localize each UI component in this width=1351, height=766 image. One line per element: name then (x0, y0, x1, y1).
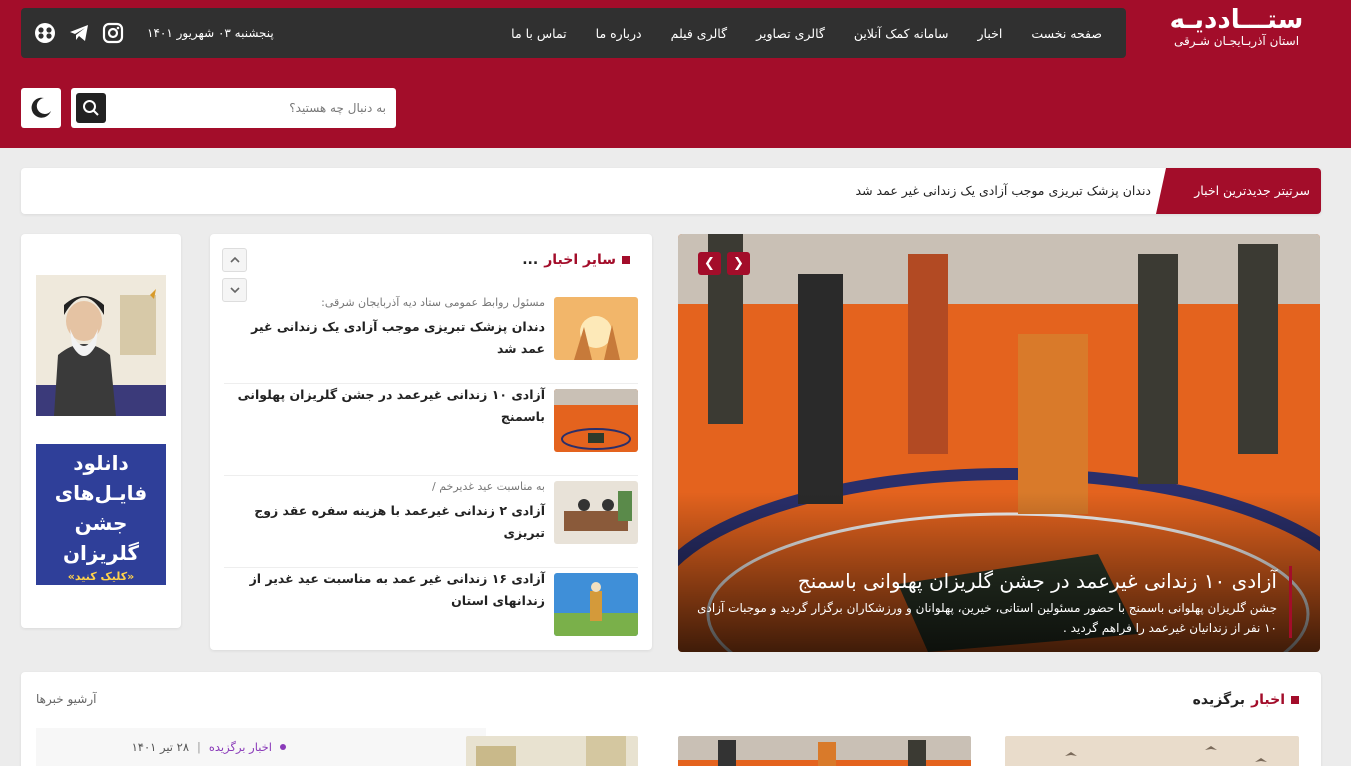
featured-thumbnail[interactable] (1005, 736, 1299, 766)
other-news-panel: سایر اخبار ... مسئول روابط عمومی ستاد دی… (210, 234, 652, 650)
heading-square-icon (622, 256, 630, 264)
news-thumbnail[interactable] (554, 481, 638, 544)
nav-menu: صفحه نخست اخبار سامانه کمک آنلاین گالری … (511, 8, 1102, 58)
slider-prev-button[interactable]: ❮ (727, 252, 750, 275)
featured-thumbnail[interactable] (466, 736, 638, 766)
news-ticker: سرتیتر جدیدترین اخبار دندان پزشک تبریزی … (21, 168, 1321, 214)
banner-line-1: دانلود (73, 451, 129, 475)
download-banner-text: دانلود فایـل‌های جشن گلریزان «کلیک کنید» (36, 444, 166, 583)
slider-description: جشن گلریزان پهلوانی باسمنج با حضور مسئول… (697, 601, 1277, 635)
chevron-up-icon (229, 256, 240, 263)
social-links (33, 21, 125, 45)
search-box (71, 88, 396, 128)
news-title[interactable]: آزادی ۱۰ زندانی غیرعمد در جشن گلریزان په… (225, 384, 545, 428)
banner-line-2: فایـل‌های (54, 481, 148, 505)
ticker-label: سرتیتر جدیدترین اخبار (1156, 168, 1321, 214)
list-item[interactable]: مسئول روابط عمومی ستاد دیه آذربایجان شرق… (224, 292, 638, 384)
featured-item-category[interactable]: اخبار برگزیده (209, 740, 272, 754)
featured-title-accent: اخبار (1251, 692, 1285, 708)
news-meta: مسئول روابط عمومی ستاد دیه آذربایجان شرق… (321, 296, 545, 309)
search-button[interactable] (76, 93, 106, 123)
current-date: پنجشنبه ۰۳ شهریور ۱۴۰۱ (147, 26, 274, 40)
category-dot-icon (280, 744, 286, 750)
instagram-icon[interactable] (101, 21, 125, 45)
telegram-icon[interactable] (67, 21, 91, 45)
leader-portrait-banner[interactable] (36, 275, 166, 416)
featured-item-meta: اخبار برگزیده | ۲۸ تیر ۱۴۰۱ (132, 740, 286, 754)
featured-title-rest: برگزیده (1192, 692, 1246, 708)
nav-item-online-help[interactable]: سامانه کمک آنلاین (854, 26, 949, 41)
logo-title: ستـــادديـه (1169, 5, 1304, 35)
site-logo[interactable]: ستـــادديـه استان آذربـايجـان شـرقی (1164, 6, 1309, 52)
news-title[interactable]: دندان پزشک تبریزی موجب آزادی یک زندانی غ… (225, 316, 545, 360)
other-news-heading: سایر اخبار ... (522, 252, 630, 268)
nav-item-video-gallery[interactable]: گالری فیلم (671, 26, 727, 41)
ads-sidebar: دانلود فایـل‌های جشن گلریزان «کلیک کنید» (21, 234, 181, 628)
nav-item-photo-gallery[interactable]: گالری تصاویر (756, 26, 825, 41)
header: ستـــادديـه استان آذربـايجـان شـرقی صفحه… (0, 0, 1351, 148)
news-thumbnail[interactable] (554, 573, 638, 636)
search-icon (83, 100, 99, 116)
meta-separator: | (197, 740, 201, 754)
scroll-up-button[interactable] (222, 248, 247, 272)
list-item[interactable]: آزادی ۱۶ زندانی غیر عمد به مناسبت عید غد… (224, 568, 638, 660)
slider-caption: آزادی ۱۰ زندانی غیرعمد در جشن گلریزان په… (692, 566, 1292, 638)
featured-thumbnail[interactable] (678, 736, 971, 766)
featured-news-section: اخبار برگزیده آرشیو خبرها اخبار برگزیده … (21, 672, 1321, 766)
slider-arrows: ❮ ❯ (698, 252, 750, 275)
banner-line-3: جشن گلریزان (62, 511, 140, 565)
dark-mode-toggle[interactable] (21, 88, 61, 128)
moon-icon (31, 97, 51, 118)
nav-item-about[interactable]: درباره ما (596, 26, 642, 41)
search-input[interactable] (116, 88, 386, 128)
main-navbar: صفحه نخست اخبار سامانه کمک آنلاین گالری … (21, 8, 1126, 58)
news-thumbnail[interactable] (554, 297, 638, 360)
slider-next-button[interactable]: ❯ (698, 252, 721, 275)
news-title[interactable]: آزادی ۱۶ زندانی غیر عمد به مناسبت عید غد… (225, 568, 545, 612)
main-slider: ❮ ❯ آزادی ۱۰ زندانی غیرعمد در جشن گلریزا… (678, 234, 1320, 652)
heading-square-icon (1291, 696, 1299, 704)
other-news-title-suffix: ... (522, 252, 539, 268)
nav-item-home[interactable]: صفحه نخست (1031, 26, 1102, 41)
featured-item-date: ۲۸ تیر ۱۴۰۱ (131, 740, 189, 754)
featured-heading: اخبار برگزیده (1193, 692, 1299, 708)
logo-subtitle: استان آذربـايجـان شـرقی (1173, 34, 1300, 48)
nav-item-contact[interactable]: تماس با ما (511, 26, 567, 41)
list-item[interactable]: آزادی ۱۰ زندانی غیرعمد در جشن گلریزان په… (224, 384, 638, 476)
download-files-banner[interactable]: دانلود فایـل‌های جشن گلریزان «کلیک کنید» (36, 444, 166, 585)
featured-list-item[interactable]: اخبار برگزیده | ۲۸ تیر ۱۴۰۱ (36, 728, 486, 766)
aparat-icon[interactable] (33, 21, 57, 45)
slider-title[interactable]: آزادی ۱۰ زندانی غیرعمد در جشن گلریزان په… (692, 566, 1277, 596)
news-thumbnail[interactable] (554, 389, 638, 452)
nav-item-news[interactable]: اخبار (978, 26, 1003, 41)
ticker-headline[interactable]: دندان پزشک تبریزی موجب آزادی یک زندانی غ… (856, 168, 1151, 214)
news-list: مسئول روابط عمومی ستاد دیه آذربایجان شرق… (224, 292, 638, 660)
banner-click-label: «کلیک کنید» (67, 570, 135, 583)
news-title[interactable]: آزادی ۲ زندانی غیرعمد با هزینه سفره عقد … (225, 500, 545, 544)
other-news-title: سایر اخبار (544, 252, 616, 268)
list-item[interactable]: به مناسبت عید غدیرخم / آزادی ۲ زندانی غی… (224, 476, 638, 568)
news-archive-link[interactable]: آرشیو خبرها (36, 692, 96, 706)
news-meta: به مناسبت عید غدیرخم / (432, 480, 545, 493)
